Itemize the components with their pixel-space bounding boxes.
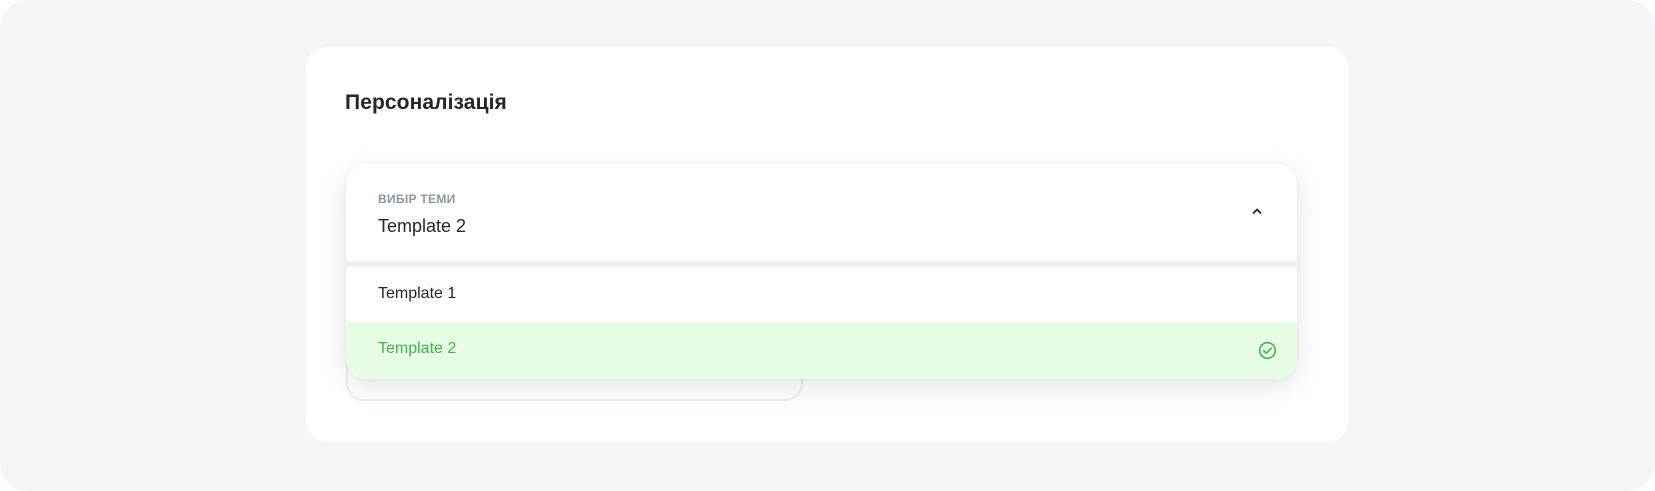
theme-option-label: Template 1 xyxy=(378,285,457,302)
theme-select-value: Template 2 xyxy=(378,216,467,236)
app-frame: Персоналізація ВИБІР ТЕМИ Template 2 Tem… xyxy=(0,0,1655,491)
personalization-card: Персоналізація ВИБІР ТЕМИ Template 2 Tem… xyxy=(306,47,1349,442)
theme-select-label: ВИБІР ТЕМИ xyxy=(378,192,456,206)
theme-option-template-2[interactable]: Template 2 xyxy=(346,322,1297,379)
theme-option-label: Template 2 xyxy=(378,340,457,357)
chevron-up-icon[interactable] xyxy=(1250,204,1264,218)
theme-option-template-1[interactable]: Template 1 xyxy=(346,267,1297,322)
theme-select: ВИБІР ТЕМИ Template 2 Template 1 Templat… xyxy=(346,164,1297,379)
theme-select-toggle[interactable]: ВИБІР ТЕМИ Template 2 xyxy=(346,164,1297,261)
section-title: Персоналізація xyxy=(345,91,507,114)
check-circle-icon xyxy=(1258,341,1277,360)
